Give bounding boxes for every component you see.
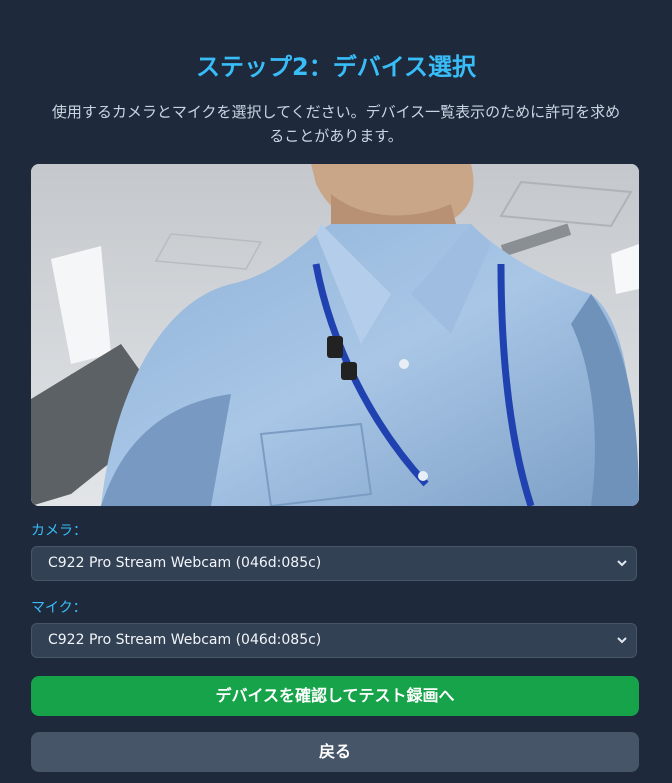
step-description: 使用するカメラとマイクを選択してください。デバイス一覧表示のために許可を求め る… [30,100,642,148]
chevron-down-icon [617,560,627,567]
camera-preview [31,164,639,506]
mic-select[interactable]: C922 Pro Stream Webcam (046d:085c) [31,623,637,658]
back-button[interactable]: 戻る [31,732,639,772]
description-line-2: ることがあります。 [269,127,403,145]
page-title: ステップ2：デバイス選択 [196,53,476,81]
device-selection-panel: ステップ2：デバイス選択 使用するカメラとマイクを選択してください。デバイス一覧… [0,0,672,783]
mic-label: マイク： [31,600,87,616]
chevron-down-icon [617,637,627,644]
confirm-devices-button[interactable]: デバイスを確認してテスト録画へ [31,676,639,716]
camera-select[interactable]: C922 Pro Stream Webcam (046d:085c) [31,546,637,581]
mic-select-value: C922 Pro Stream Webcam (046d:085c) [48,632,322,648]
description-line-1: 使用するカメラとマイクを選択してください。デバイス一覧表示のために許可を求め [51,103,621,121]
camera-label: カメラ： [31,523,87,539]
camera-select-value: C922 Pro Stream Webcam (046d:085c) [48,555,322,571]
